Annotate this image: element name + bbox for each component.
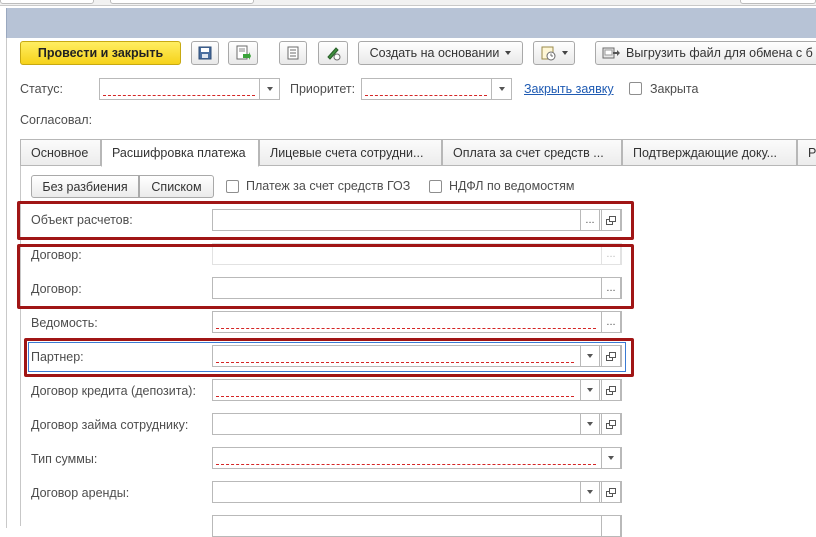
status-label: Статус:	[20, 82, 63, 96]
tab-main[interactable]: Основное	[20, 139, 101, 166]
history-icon	[541, 46, 556, 61]
as-list-button[interactable]: Списком	[139, 175, 214, 198]
closed-checkbox[interactable]	[629, 82, 642, 95]
history-button[interactable]	[533, 41, 575, 65]
required-underline	[216, 396, 574, 397]
export-file-label: Выгрузить файл для обмена с б	[626, 46, 813, 60]
ndfl-checkbox[interactable]	[429, 180, 442, 193]
priority-dropdown-button[interactable]	[491, 78, 512, 100]
open-icon	[606, 419, 616, 429]
dropdown-button[interactable]	[580, 481, 600, 503]
as-list-label: Списком	[151, 179, 202, 194]
save-button[interactable]	[191, 41, 219, 65]
employee-loan-label: Договор займа сотруднику:	[31, 418, 189, 432]
chevron-down-icon	[587, 422, 593, 426]
status-dropdown-button[interactable]	[259, 78, 280, 100]
window-tab[interactable]	[110, 0, 254, 4]
lease-contract-input[interactable]	[212, 481, 622, 503]
ndfl-label: НДФЛ по ведомостям	[449, 179, 575, 193]
next-field-input[interactable]	[212, 515, 622, 537]
tab-label: Лицевые счета сотрудни...	[270, 145, 424, 160]
highlight-box	[17, 244, 634, 309]
tab-employee-accounts[interactable]: Лицевые счета сотрудни...	[259, 139, 442, 166]
tab-label: Основное	[31, 145, 89, 160]
open-button[interactable]	[601, 413, 621, 435]
select-button[interactable]: ...	[601, 311, 621, 333]
create-based-on-label: Создать на основании	[369, 46, 500, 60]
tab-supporting-documents[interactable]: Подтверждающие доку...	[622, 139, 797, 166]
highlight-box	[17, 201, 634, 240]
lease-contract-label: Договор аренды:	[31, 486, 130, 500]
closed-label: Закрыта	[650, 82, 699, 96]
close-request-link[interactable]: Закрыть заявку	[524, 82, 614, 96]
dropdown-button[interactable]	[580, 413, 600, 435]
credit-contract-input[interactable]	[212, 379, 622, 401]
required-underline	[365, 95, 487, 96]
credit-contract-label: Договор кредита (депозита):	[31, 384, 196, 398]
open-icon	[606, 385, 616, 395]
chevron-down-icon	[266, 87, 273, 91]
no-split-button[interactable]: Без разбиения	[31, 175, 139, 198]
chevron-down-icon	[498, 87, 505, 91]
tab-payment-from-funds[interactable]: Оплата за счет средств ...	[442, 139, 622, 166]
chevron-down-icon	[587, 490, 593, 494]
goz-payment-label: Платеж за счет средств ГОЗ	[246, 179, 411, 193]
priority-label: Приоритет:	[290, 82, 356, 96]
export-file-button[interactable]: Выгрузить файл для обмена с б	[595, 41, 816, 65]
window-tab[interactable]	[0, 0, 94, 4]
tab-label: Расшифровка платежа	[112, 146, 246, 160]
post-and-close-button[interactable]: Провести и закрыть	[20, 41, 181, 65]
amount-type-input[interactable]	[212, 447, 622, 469]
chevron-down-icon	[608, 456, 614, 460]
post-button[interactable]	[228, 41, 258, 65]
sign-icon	[327, 47, 341, 61]
open-icon	[606, 487, 616, 497]
save-icon	[198, 46, 212, 60]
tab-more[interactable]: Р	[797, 139, 816, 166]
statement-input[interactable]: ...	[212, 311, 622, 333]
goz-payment-checkbox[interactable]	[226, 180, 239, 193]
tab-payment-breakdown[interactable]: Расшифровка платежа	[101, 139, 259, 167]
open-button[interactable]	[601, 481, 621, 503]
employee-loan-input[interactable]	[212, 413, 622, 435]
post-icon	[236, 45, 251, 60]
create-based-on-button[interactable]: Создать на основании	[358, 41, 523, 65]
list-button[interactable]	[279, 41, 307, 65]
post-and-close-label: Провести и закрыть	[37, 46, 164, 60]
chevron-down-icon	[587, 388, 593, 392]
dropdown-button[interactable]	[601, 447, 621, 469]
amount-type-label: Тип суммы:	[31, 452, 98, 466]
dropdown-button[interactable]	[580, 379, 600, 401]
statement-label: Ведомость:	[31, 316, 98, 330]
tab-label: Подтверждающие доку...	[633, 145, 778, 160]
required-underline	[216, 464, 596, 465]
ellipsis-icon: ...	[606, 316, 616, 328]
form-title-bar	[6, 8, 816, 38]
required-underline	[103, 95, 255, 96]
chevron-down-icon	[562, 51, 568, 55]
select-button[interactable]	[601, 515, 621, 537]
priority-input[interactable]	[361, 78, 492, 100]
tab-label: Р	[808, 145, 816, 160]
sign-button[interactable]	[318, 41, 348, 65]
highlight-box	[24, 338, 634, 377]
status-input[interactable]	[99, 78, 260, 100]
export-icon	[602, 47, 620, 59]
open-button[interactable]	[601, 379, 621, 401]
window-tab[interactable]	[740, 0, 816, 4]
approved-by-label: Согласовал:	[20, 113, 93, 127]
no-split-label: Без разбиения	[42, 179, 128, 194]
tab-label: Оплата за счет средств ...	[453, 145, 604, 160]
required-underline	[216, 328, 596, 329]
list-icon	[287, 46, 299, 60]
chevron-down-icon	[505, 51, 512, 55]
